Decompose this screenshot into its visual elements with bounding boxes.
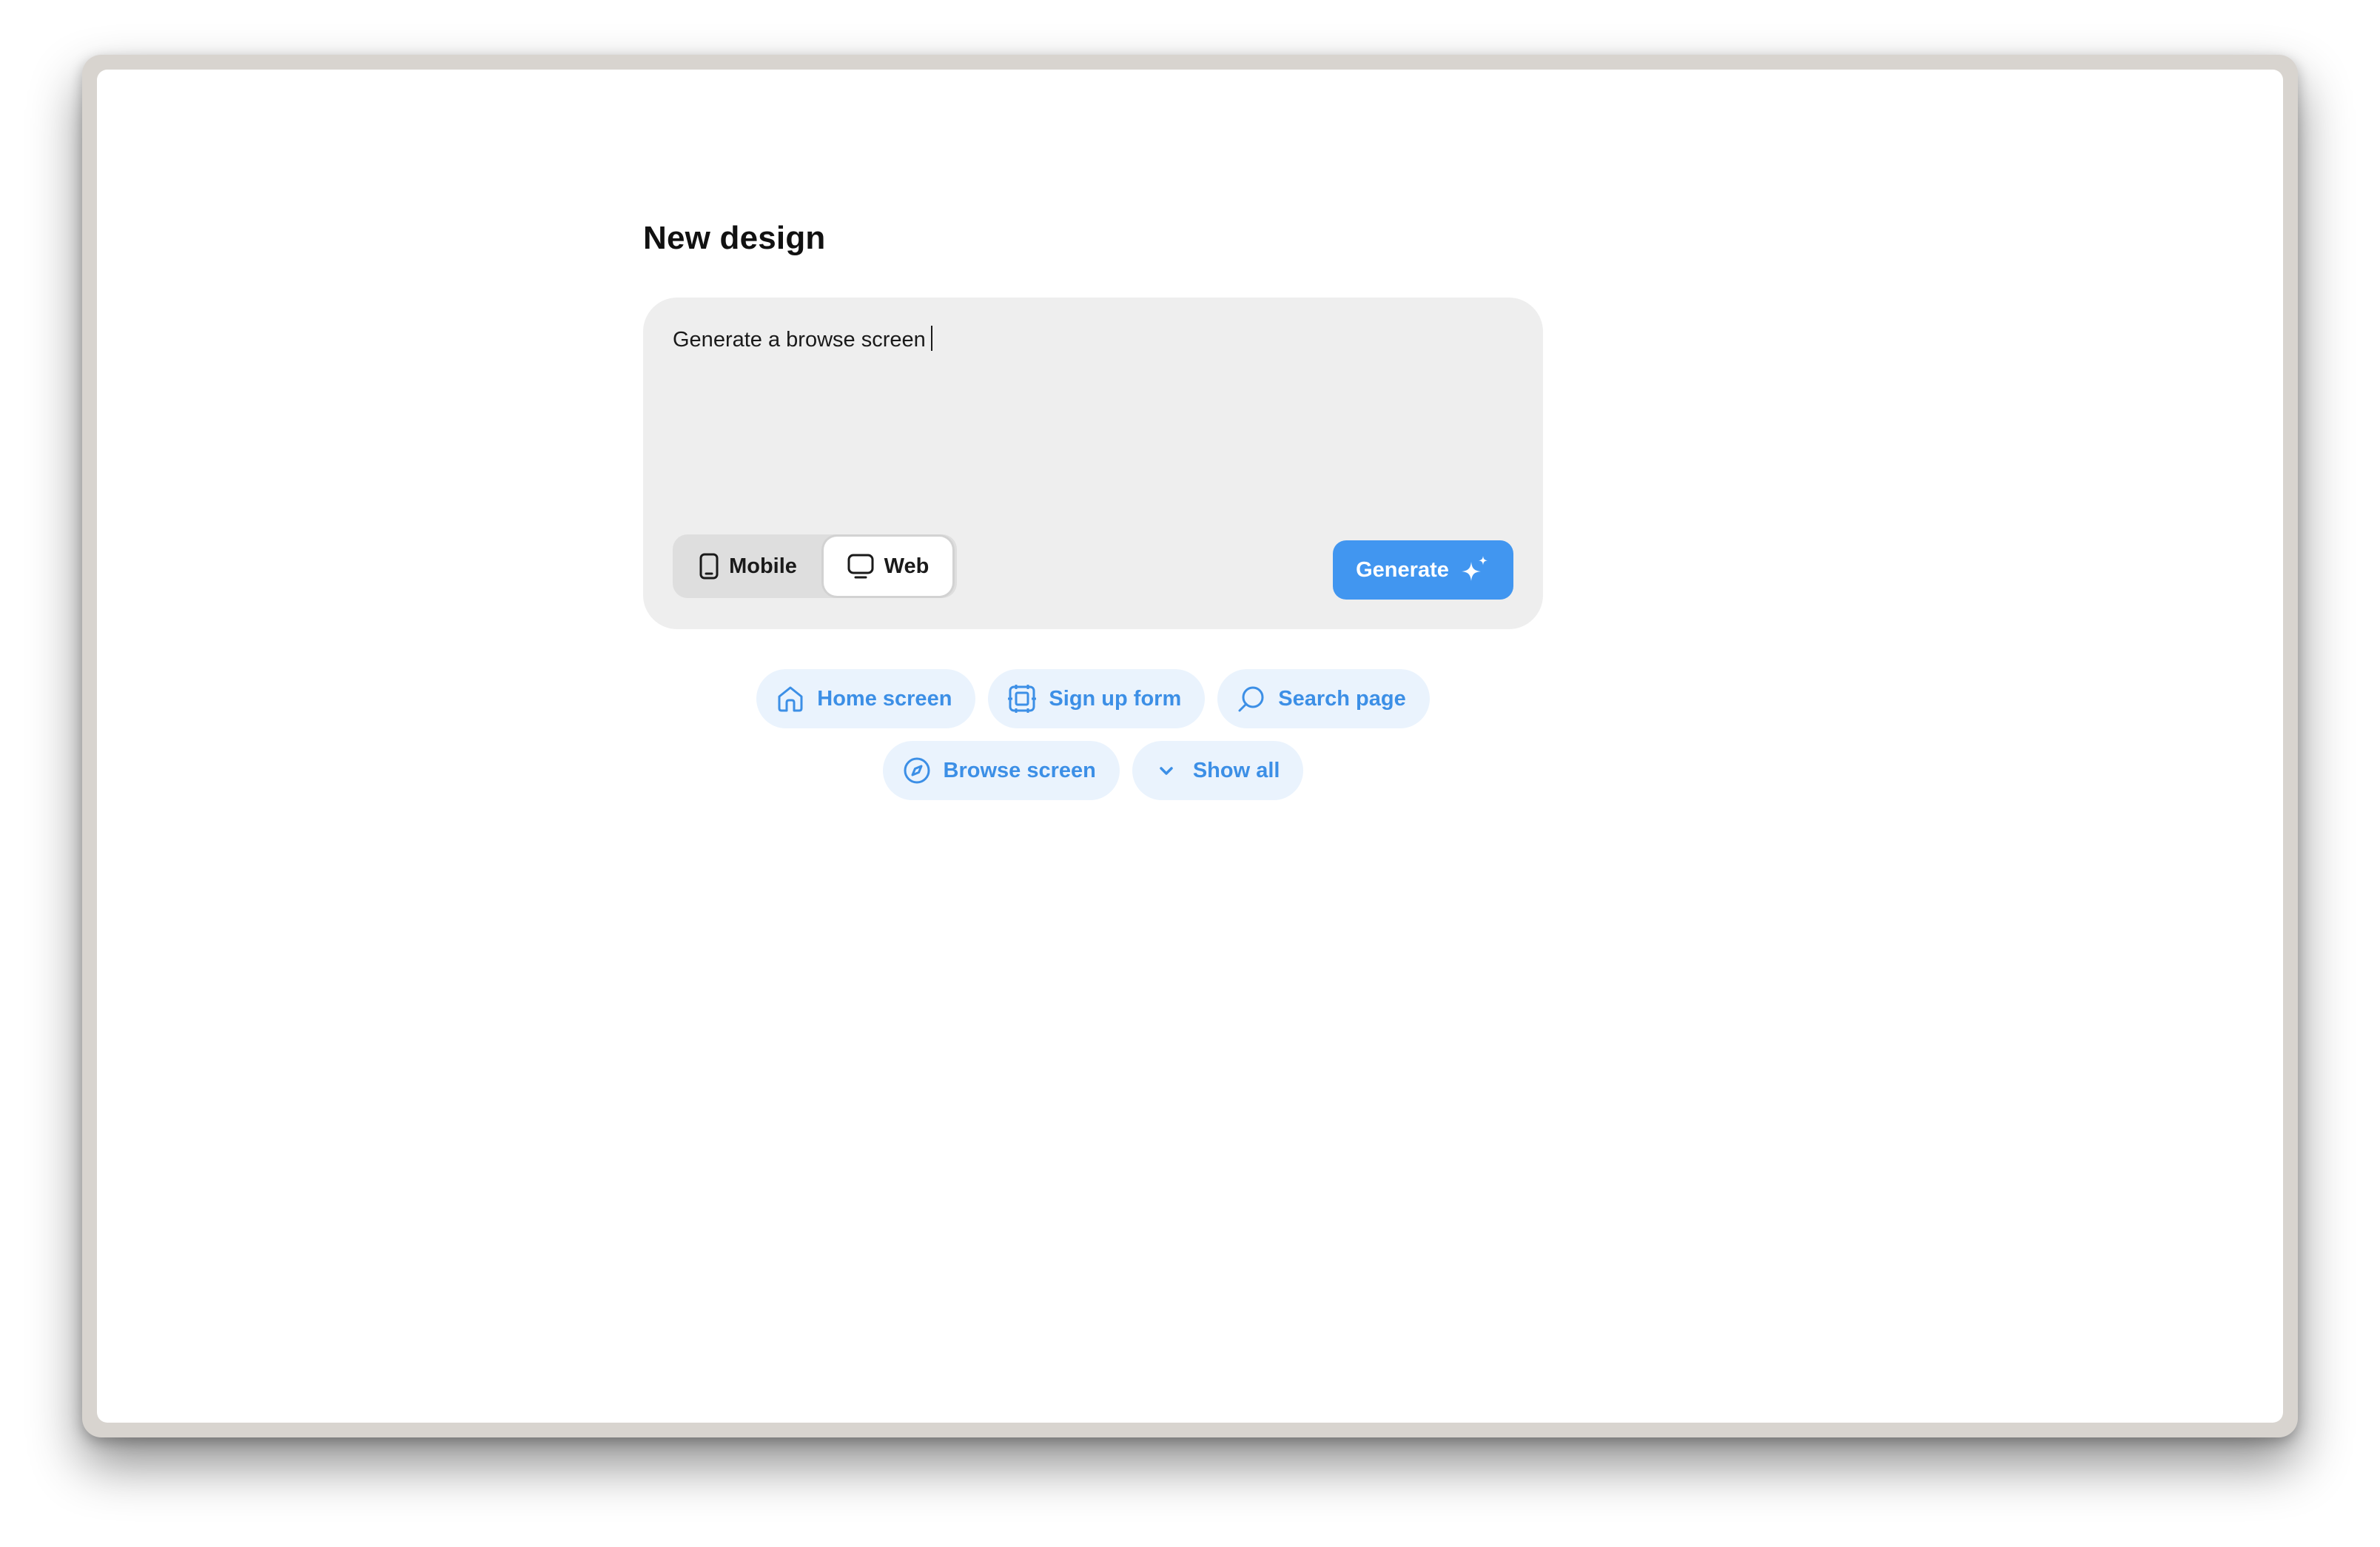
- platform-toggle: Mobile Web: [673, 534, 957, 598]
- compass-icon: [904, 757, 930, 784]
- suggestion-show-all[interactable]: Show all: [1132, 741, 1304, 800]
- page: New design Generate a browse screen Mobi…: [0, 0, 2380, 1547]
- suggestion-browse-screen[interactable]: Browse screen: [882, 741, 1120, 800]
- suggestion-search-page[interactable]: Search page: [1217, 669, 1430, 728]
- platform-option-mobile[interactable]: Mobile: [673, 537, 824, 596]
- sparkle-icon: [1461, 556, 1488, 581]
- platform-option-web[interactable]: Web: [824, 537, 952, 596]
- prompt-input[interactable]: Generate a browse screen: [673, 326, 932, 353]
- suggestion-label: Search page: [1278, 686, 1406, 711]
- prompt-input-value: Generate a browse screen: [673, 328, 926, 352]
- suggestion-label: Browse screen: [943, 758, 1096, 782]
- suggestion-row: Home screen Sign up form Search page: [756, 669, 1430, 728]
- generate-button-label: Generate: [1356, 557, 1449, 582]
- page-title: New design: [643, 220, 826, 256]
- home-icon: [778, 686, 803, 712]
- suggestion-row: Browse screen Show all: [882, 741, 1304, 800]
- generate-button[interactable]: Generate: [1333, 540, 1513, 600]
- suggestion-label: Show all: [1192, 758, 1280, 782]
- search-icon: [1238, 686, 1264, 712]
- monitor-icon: [847, 554, 874, 579]
- prompt-card[interactable]: Generate a browse screen Mobile Web Gene…: [643, 298, 1543, 629]
- new-design-panel: New design Generate a browse screen Mobi…: [643, 222, 1543, 800]
- suggestion-label: Home screen: [817, 686, 952, 711]
- suggestion-chips: Home screen Sign up form Search page Bro…: [643, 669, 1543, 800]
- chevron-down-icon: [1160, 767, 1173, 775]
- platform-option-label: Web: [884, 554, 930, 578]
- suggestion-label: Sign up form: [1049, 686, 1182, 711]
- suggestion-home-screen[interactable]: Home screen: [756, 669, 976, 728]
- suggestion-sign-up-form[interactable]: Sign up form: [988, 669, 1206, 728]
- phone-icon: [699, 553, 719, 580]
- platform-option-label: Mobile: [729, 554, 797, 578]
- form-icon: [1008, 685, 1037, 713]
- text-caret: [930, 326, 932, 351]
